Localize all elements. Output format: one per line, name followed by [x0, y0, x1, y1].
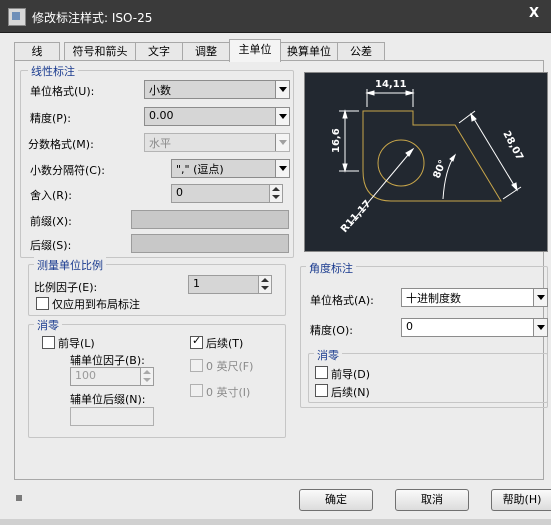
spinner-icon[interactable] — [269, 185, 282, 202]
preview-dimension-texts: 14,11 16,6 28,07 80° R11,17 — [331, 79, 525, 235]
tab-lines[interactable]: 线 — [14, 42, 60, 61]
angular-group-title: 角度标注 — [306, 260, 356, 276]
scale-factor-input[interactable]: 1 — [188, 275, 272, 294]
spinner-icon[interactable] — [258, 276, 271, 293]
tab-primary-units[interactable]: 主单位 — [229, 39, 281, 62]
leading-zero-checkbox[interactable] — [42, 336, 55, 349]
chevron-down-icon — [533, 319, 547, 336]
chevron-down-icon — [275, 160, 289, 177]
sub-unit-suffix-input[interactable] — [70, 407, 154, 426]
angular-unit-format-select[interactable]: 十进制度数 — [401, 288, 548, 307]
dim-left-text: 16,6 — [331, 128, 342, 153]
scale-group-title: 测量单位比例 — [34, 257, 106, 273]
tab-alternate-units[interactable]: 换算单位 — [280, 42, 338, 61]
angular-precision-select[interactable]: 0 — [401, 318, 548, 337]
preview-drawing: 14,11 16,6 28,07 80° R11,17 — [331, 79, 525, 235]
chevron-down-icon — [275, 108, 289, 125]
prefix-input[interactable] — [131, 210, 289, 229]
fraction-format-label: 分数格式(M): — [28, 138, 94, 151]
zero-feet-checkbox[interactable] — [190, 359, 203, 372]
preview-geometry — [362, 110, 502, 202]
round-off-input[interactable]: 0 — [171, 184, 283, 203]
chevron-down-icon — [275, 81, 289, 98]
angular-zero-title: 消零 — [314, 347, 342, 363]
spinner-icon[interactable] — [140, 368, 153, 385]
unit-format-select[interactable]: 小数 — [144, 80, 290, 99]
window-title: 修改标注样式: ISO-25 — [32, 11, 153, 25]
sub-unit-factor-input[interactable]: 100 — [70, 367, 154, 386]
suffix-label: 后缀(S): — [30, 239, 72, 252]
sub-unit-factor-label: 辅单位因子(B): — [70, 354, 145, 367]
trailing-zero-label: 后续(T) — [206, 337, 244, 350]
suffix-input[interactable] — [131, 234, 289, 253]
sub-unit-suffix-label: 辅单位后缀(N): — [70, 393, 146, 406]
decimal-separator-select[interactable]: "," (逗点) — [171, 159, 290, 178]
leading-zero-label: 前导(L) — [58, 337, 95, 350]
status-strip — [0, 519, 551, 525]
help-button[interactable]: 帮助(H) — [491, 489, 551, 511]
layout-only-checkbox[interactable] — [36, 297, 49, 310]
prefix-label: 前缀(X): — [30, 215, 72, 228]
dim-top-text: 14,11 — [375, 79, 407, 90]
fraction-format-select[interactable]: 水平 — [144, 133, 290, 152]
angular-trailing-zero-checkbox[interactable] — [315, 384, 328, 397]
angular-trailing-zero-label: 后续(N) — [331, 386, 370, 399]
tab-tolerances[interactable]: 公差 — [337, 42, 385, 61]
dim-radius-text: R11,17 — [339, 198, 374, 235]
trailing-zero-checkbox[interactable] — [190, 334, 203, 349]
tab-fit[interactable]: 调整 — [182, 42, 230, 61]
cancel-button[interactable]: 取消 — [395, 489, 469, 511]
ok-button[interactable]: 确定 — [299, 489, 373, 511]
dimension-preview: 14,11 16,6 28,07 80° R11,17 — [304, 72, 548, 252]
part-outline — [362, 110, 502, 202]
linear-group-title: 线性标注 — [28, 63, 78, 79]
zero-inches-label: 0 英寸(I) — [206, 386, 251, 399]
precision-select[interactable]: 0.00 — [144, 107, 290, 126]
dim-right-text: 28,07 — [500, 129, 525, 162]
layout-only-label: 仅应用到布局标注 — [52, 298, 140, 311]
round-off-label: 舍入(R): — [30, 189, 72, 202]
app-icon — [8, 8, 26, 26]
angular-precision-label: 精度(O): — [310, 324, 353, 337]
tab-symbols-arrows[interactable]: 符号和箭头 — [64, 42, 136, 61]
zero-suppression-title: 消零 — [34, 317, 62, 333]
zero-inches-checkbox[interactable] — [190, 384, 203, 397]
angular-leading-zero-checkbox[interactable] — [315, 366, 328, 379]
close-icon[interactable]: X — [529, 6, 539, 21]
decimal-separator-label: 小数分隔符(C): — [30, 164, 105, 177]
zero-feet-label: 0 英尺(F) — [206, 360, 254, 373]
precision-label: 精度(P): — [30, 112, 71, 125]
chevron-down-icon — [275, 134, 289, 151]
tab-text[interactable]: 文字 — [135, 42, 183, 61]
resize-grip-icon — [16, 495, 22, 501]
scale-factor-label: 比例因子(E): — [34, 281, 98, 294]
angular-unit-format-label: 单位格式(A): — [310, 294, 374, 307]
angular-leading-zero-label: 前导(D) — [331, 368, 371, 381]
unit-format-label: 单位格式(U): — [30, 85, 95, 98]
chevron-down-icon — [533, 289, 547, 306]
